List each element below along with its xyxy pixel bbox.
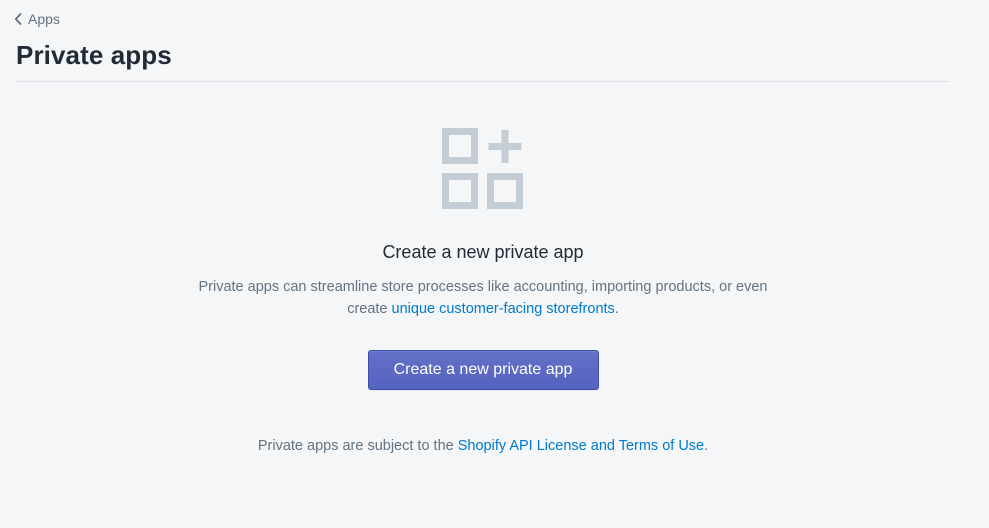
private-apps-page: Apps Private apps Create a new private a…	[0, 0, 989, 528]
empty-state-description: Private apps can streamline store proces…	[183, 276, 783, 320]
create-private-app-button[interactable]: Create a new private app	[367, 350, 599, 390]
empty-state-heading: Create a new private app	[382, 242, 584, 262]
api-license-link[interactable]: Shopify API License and Terms of Use	[458, 438, 704, 454]
footer-text: Private apps are subject to the	[257, 438, 458, 454]
chevron-left-icon	[14, 13, 22, 25]
apps-add-icon	[442, 128, 524, 210]
empty-state: Create a new private app Private apps ca…	[0, 128, 966, 454]
storefronts-link[interactable]: unique customer-facing storefronts	[392, 301, 615, 317]
footer-suffix: .	[704, 438, 709, 454]
footer-note: Private apps are subject to the Shopify …	[258, 438, 708, 454]
page-title: Private apps	[16, 40, 172, 70]
header-divider	[16, 81, 950, 82]
breadcrumb-apps[interactable]: Apps	[14, 11, 60, 27]
description-suffix: .	[614, 301, 619, 317]
breadcrumb-label: Apps	[28, 11, 60, 27]
